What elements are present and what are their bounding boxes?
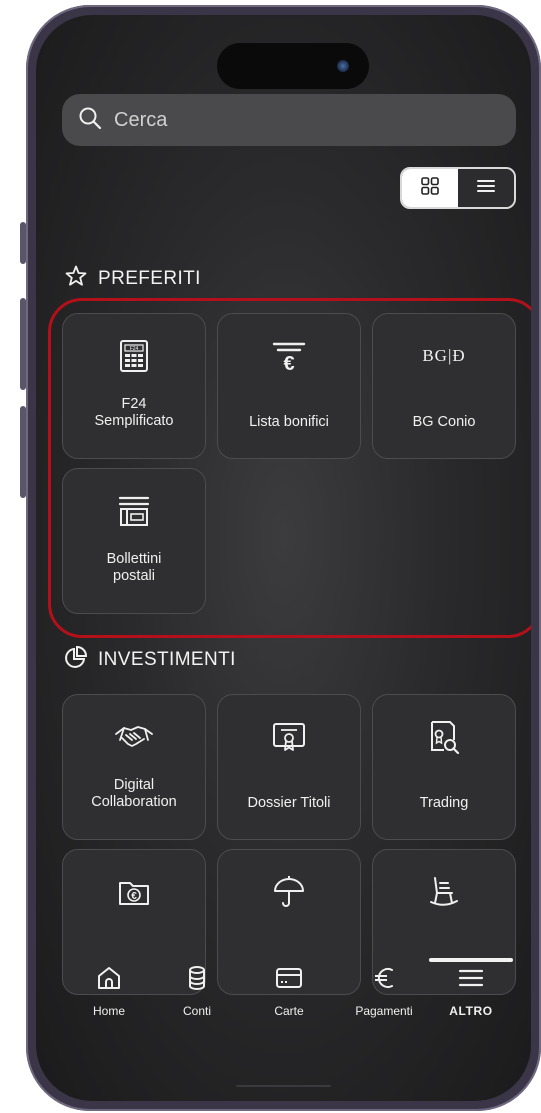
search-bar[interactable] bbox=[62, 94, 516, 146]
tab-label: Carte bbox=[274, 1004, 304, 1018]
svg-text:€: € bbox=[131, 891, 137, 902]
grid-icon bbox=[420, 176, 440, 201]
certificate-icon bbox=[218, 719, 360, 755]
tile-label: Dossier Titoli bbox=[247, 795, 331, 811]
tile-label: Digital Collaboration bbox=[91, 777, 177, 810]
tile-digital-collaboration[interactable]: Digital Collaboration bbox=[62, 694, 206, 840]
card-icon bbox=[275, 960, 303, 996]
tab-conti[interactable]: Conti bbox=[152, 940, 242, 1018]
search-icon bbox=[78, 106, 102, 135]
tab-carte[interactable]: Carte bbox=[244, 940, 334, 1018]
tab-label: Home bbox=[92, 1004, 125, 1018]
handshake-icon bbox=[63, 719, 205, 755]
list-icon bbox=[476, 178, 496, 199]
phone-frame: PREFERITI F24 F24 Semplificato € Lista b… bbox=[26, 5, 541, 1111]
pie-chart-icon bbox=[64, 645, 88, 675]
favorites-highlight-frame bbox=[48, 298, 531, 638]
coins-stack-icon bbox=[187, 960, 207, 996]
view-toggle bbox=[400, 167, 516, 209]
home-icon bbox=[96, 960, 122, 996]
tile-label: Trading bbox=[419, 795, 469, 811]
search-input[interactable] bbox=[114, 108, 474, 132]
favorites-header: PREFERITI bbox=[64, 264, 201, 294]
euro-icon bbox=[372, 960, 396, 996]
star-outline-icon bbox=[64, 264, 88, 294]
tab-pagamenti[interactable]: Pagamenti bbox=[339, 940, 429, 1018]
tile-trading[interactable]: Trading bbox=[372, 694, 516, 840]
document-search-icon bbox=[373, 719, 515, 755]
menu-icon bbox=[457, 960, 485, 996]
list-view-button[interactable] bbox=[458, 169, 514, 207]
tab-home[interactable]: Home bbox=[64, 940, 154, 1018]
tab-altro[interactable]: ALTRO bbox=[426, 940, 516, 1018]
camera-icon bbox=[337, 60, 349, 72]
grid-view-button[interactable] bbox=[402, 169, 458, 207]
home-indicator bbox=[236, 1085, 331, 1087]
dynamic-island bbox=[217, 43, 369, 89]
app-screen: PREFERITI F24 F24 Semplificato € Lista b… bbox=[36, 15, 531, 1101]
favorites-title: PREFERITI bbox=[98, 268, 201, 289]
investments-header: INVESTIMENTI bbox=[64, 645, 236, 675]
umbrella-icon bbox=[218, 874, 360, 910]
investments-title: INVESTIMENTI bbox=[98, 649, 236, 670]
euro-folder-icon: € bbox=[63, 874, 205, 910]
bottom-tab-bar: Home Conti Carte Pagamenti ALTRO bbox=[36, 940, 531, 1040]
rocking-chair-icon bbox=[373, 874, 515, 910]
tab-label: ALTRO bbox=[449, 1004, 493, 1018]
tab-label: Conti bbox=[182, 1004, 211, 1018]
tile-dossier-titoli[interactable]: Dossier Titoli bbox=[217, 694, 361, 840]
tab-label: Pagamenti bbox=[355, 1004, 413, 1018]
